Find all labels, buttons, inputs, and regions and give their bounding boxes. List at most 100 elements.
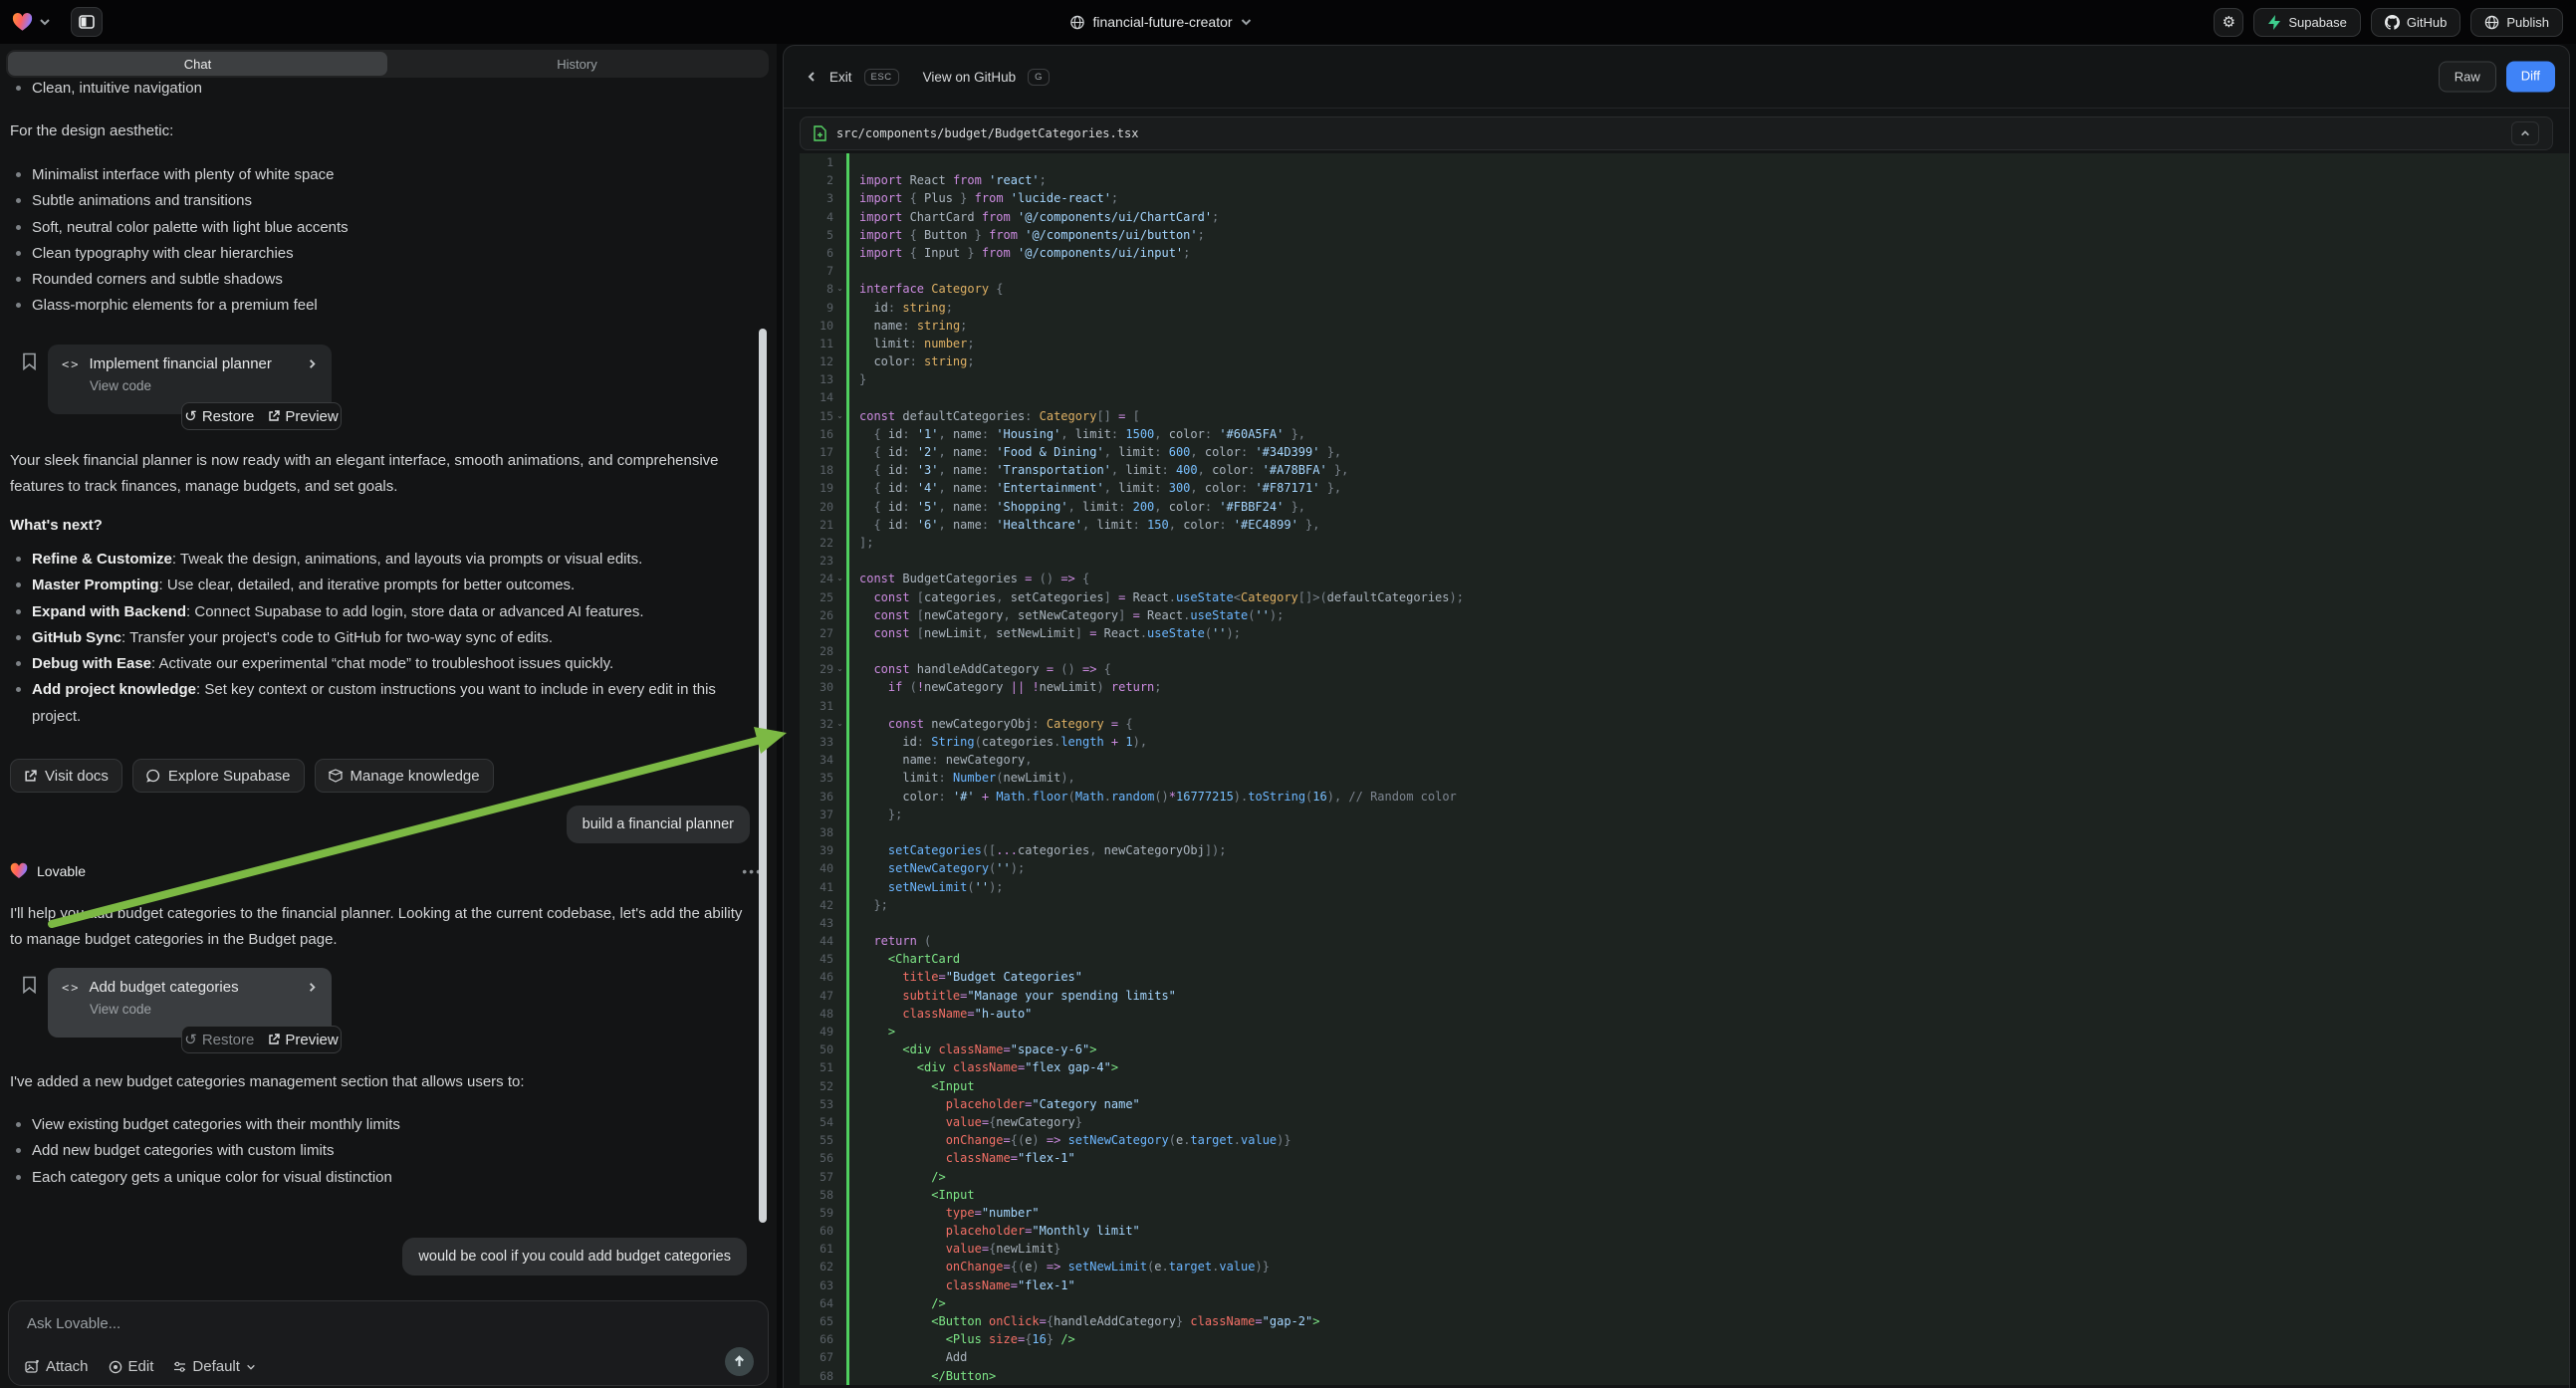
fold-gutter — [833, 1095, 846, 1113]
manage-knowledge-button[interactable]: Manage knowledge — [315, 759, 494, 793]
aesthetic-bullet-list: Minimalist interface with plenty of whit… — [10, 162, 752, 320]
fold-gutter — [833, 1168, 846, 1186]
diff-added-bar — [846, 299, 849, 317]
diff-added-bar — [846, 479, 849, 497]
visit-docs-button[interactable]: Visit docs — [10, 759, 122, 793]
code-line: 3import { Plus } from 'lucide-react'; — [800, 189, 2569, 207]
settings-button[interactable]: ⚙ — [2214, 8, 2243, 37]
diff-added-bar — [846, 715, 849, 733]
list-item: Subtle animations and transitions — [10, 188, 752, 214]
line-number: 17 — [800, 443, 833, 461]
line-number: 26 — [800, 606, 833, 624]
code-text: value={newLimit} — [859, 1240, 1060, 1258]
raw-toggle-button[interactable]: Raw — [2439, 62, 2496, 93]
tab-history[interactable]: History — [387, 52, 767, 76]
diff-added-bar — [846, 987, 849, 1005]
tab-chat[interactable]: Chat — [8, 52, 387, 76]
code-line: 26 const [newCategory, setNewCategory] =… — [800, 606, 2569, 624]
fold-gutter — [833, 914, 846, 932]
button-label: Manage knowledge — [351, 768, 480, 785]
fold-chevron-icon[interactable]: ⌄ — [833, 660, 846, 678]
bookmark-icon[interactable] — [22, 352, 37, 370]
fold-gutter — [833, 1258, 846, 1275]
assistant-message-3-intro: I've added a new budget categories manag… — [10, 1069, 757, 1095]
file-path-bar[interactable]: src/components/budget/BudgetCategories.t… — [800, 116, 2553, 150]
code-line: 27 const [newLimit, setNewLimit] = React… — [800, 624, 2569, 642]
line-number: 12 — [800, 352, 833, 370]
globe-icon — [1069, 15, 1084, 30]
fold-chevron-icon[interactable]: ⌄ — [833, 280, 846, 298]
exit-button[interactable]: Exit — [829, 70, 852, 85]
button-label: Visit docs — [45, 768, 109, 785]
view-code-link[interactable]: View code — [90, 1002, 318, 1017]
fold-gutter — [833, 733, 846, 751]
line-number: 8 — [800, 280, 833, 298]
fold-gutter — [833, 516, 846, 534]
fold-chevron-icon[interactable]: ⌄ — [833, 407, 846, 425]
bookmark-icon[interactable] — [22, 976, 37, 994]
send-button[interactable] — [725, 1347, 754, 1376]
edit-button[interactable]: Edit — [109, 1358, 154, 1375]
code-text: color: string; — [859, 352, 975, 370]
restore-icon: ↺ — [184, 407, 197, 425]
mode-select[interactable]: Default — [173, 1358, 256, 1375]
code-icon: <> — [62, 357, 80, 371]
project-chevron-down-icon — [1241, 16, 1253, 28]
supabase-button[interactable]: Supabase — [2253, 8, 2361, 37]
view-code-link[interactable]: View code — [90, 378, 318, 393]
diff-added-bar — [846, 751, 849, 769]
code-text: { id: '5', name: 'Shopping', limit: 200,… — [859, 498, 1305, 516]
line-number: 32 — [800, 715, 833, 733]
code-line: 42 }; — [800, 896, 2569, 914]
code-text: limit: Number(newLimit), — [859, 769, 1075, 787]
line-number: 55 — [800, 1131, 833, 1149]
explore-supabase-button[interactable]: Explore Supabase — [132, 759, 305, 793]
chat-panel: Chat History Clean, intuitive navigation… — [0, 44, 777, 1388]
external-link-icon — [268, 410, 280, 422]
diff-added-bar — [846, 1312, 849, 1330]
code-text: > — [859, 1023, 895, 1041]
attach-button[interactable]: Attach — [25, 1358, 89, 1375]
lovable-logo-icon[interactable] — [12, 12, 33, 32]
code-line: 16 { id: '1', name: 'Housing', limit: 15… — [800, 425, 2569, 443]
code-text: <Plus size={16} /> — [859, 1330, 1075, 1348]
restore-icon: ↺ — [184, 1031, 197, 1048]
diff-toggle-button[interactable]: Diff — [2506, 62, 2555, 93]
line-number: 31 — [800, 697, 833, 715]
code-line: 39 setCategories([...categories, newCate… — [800, 841, 2569, 859]
list-item: Glass-morphic elements for a premium fee… — [10, 293, 752, 319]
chat-scrollbar[interactable] — [759, 329, 767, 1223]
view-on-github-link[interactable]: View on GitHub — [923, 70, 1017, 85]
line-number: 64 — [800, 1294, 833, 1312]
project-switcher[interactable]: financial-future-creator — [1069, 0, 1252, 44]
budget-feature-list: View existing budget categories with the… — [10, 1112, 752, 1191]
fold-gutter — [833, 1041, 846, 1058]
restore-button[interactable]: ↺Restore — [184, 407, 254, 425]
list-item: Each category gets a unique color for vi… — [10, 1165, 752, 1191]
fold-gutter — [833, 335, 846, 352]
workspace-chevron-down-icon[interactable] — [39, 16, 51, 28]
diff-added-bar — [846, 1276, 849, 1294]
collapse-file-button[interactable] — [2511, 121, 2539, 145]
code-text: import { Input } from '@/components/ui/i… — [859, 244, 1190, 262]
fold-gutter — [833, 806, 846, 823]
github-button[interactable]: GitHub — [2371, 8, 2460, 37]
chevron-left-icon[interactable] — [806, 71, 818, 83]
fold-chevron-icon[interactable]: ⌄ — [833, 570, 846, 587]
code-text: <ChartCard — [859, 950, 960, 968]
code-line: 30 if (!newCategory || !newLimit) return… — [800, 678, 2569, 696]
code-line: 2import React from 'react'; — [800, 171, 2569, 189]
code-line: 14 — [800, 388, 2569, 406]
line-number: 9 — [800, 299, 833, 317]
publish-button[interactable]: Publish — [2470, 8, 2563, 37]
toggle-sidebar-button[interactable] — [71, 7, 103, 37]
preview-button[interactable]: Preview — [268, 408, 338, 425]
chat-input[interactable] — [27, 1315, 750, 1332]
code-editor[interactable]: 12import React from 'react';3import { Pl… — [800, 153, 2569, 1388]
line-number: 11 — [800, 335, 833, 352]
code-text: }; — [859, 806, 902, 823]
preview-button[interactable]: Preview — [268, 1032, 338, 1048]
restore-button[interactable]: ↺Restore — [184, 1031, 254, 1048]
code-text: limit: number; — [859, 335, 975, 352]
fold-chevron-icon[interactable]: ⌄ — [833, 715, 846, 733]
